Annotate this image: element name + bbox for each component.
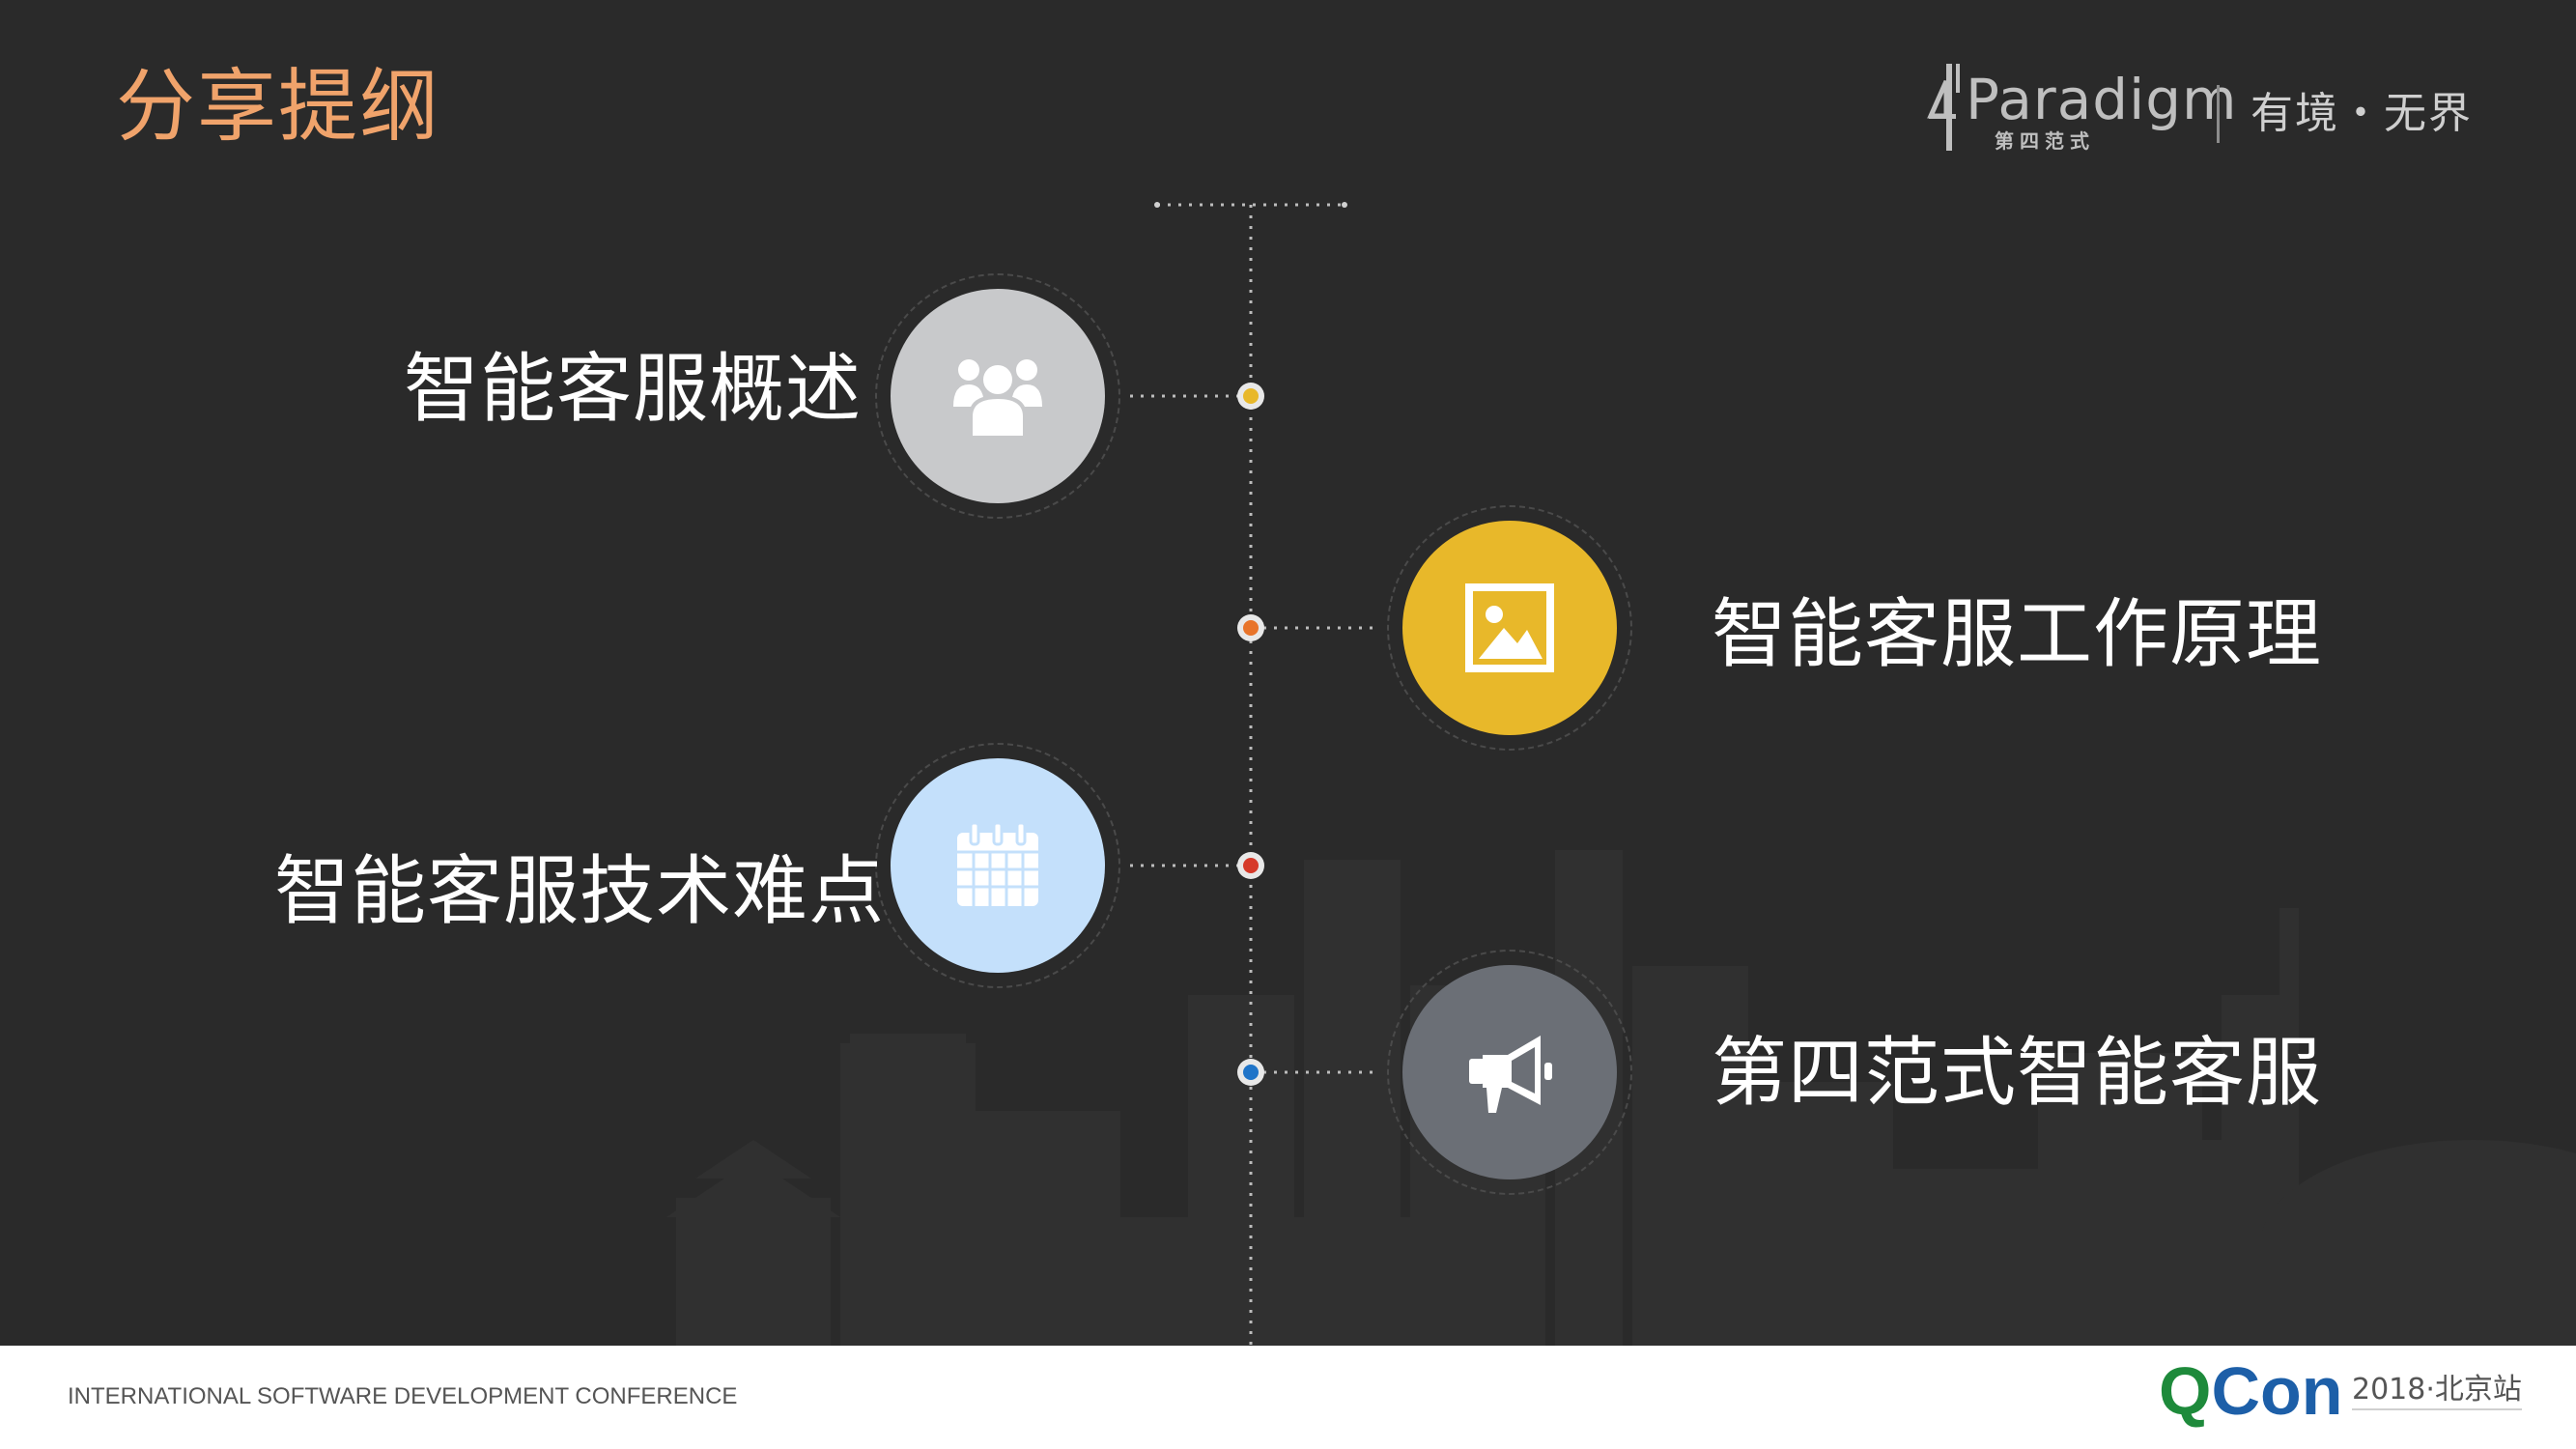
conference-name: INTERNATIONAL SOFTWARE DEVELOPMENT CONFE… bbox=[68, 1383, 738, 1409]
topic-circle-3 bbox=[891, 758, 1105, 973]
timeline-dot-2 bbox=[1237, 614, 1264, 641]
calendar-icon bbox=[957, 821, 1038, 906]
timeline-dot-4 bbox=[1237, 1059, 1264, 1086]
timeline-dot-3 bbox=[1237, 852, 1264, 879]
slide-canvas: 分享提纲 Paradigm 第四范式 有境・无界 智能客服概述 智能客服工作原理… bbox=[0, 0, 2576, 1346]
qcon-con: Con bbox=[2211, 1353, 2343, 1429]
topic-label-2: 智能客服工作原理 bbox=[1712, 591, 2323, 678]
topic-label-1: 智能客服概述 bbox=[404, 346, 863, 433]
conference-edition: 2018·北京站 bbox=[2352, 1376, 2522, 1410]
people-icon bbox=[953, 359, 1042, 440]
topic-label-4: 第四范式智能客服 bbox=[1712, 1030, 2323, 1117]
qcon-logo: QCon bbox=[2159, 1357, 2343, 1425]
topic-circle-4 bbox=[1402, 965, 1617, 1179]
topic-circle-1 bbox=[891, 289, 1105, 503]
image-icon bbox=[1465, 583, 1554, 672]
qcon-q: Q bbox=[2159, 1353, 2212, 1429]
megaphone-icon bbox=[1469, 1036, 1552, 1113]
topic-circle-2 bbox=[1402, 521, 1617, 735]
topic-label-3: 智能客服技术难点 bbox=[274, 848, 886, 935]
timeline-dot-1 bbox=[1237, 383, 1264, 410]
